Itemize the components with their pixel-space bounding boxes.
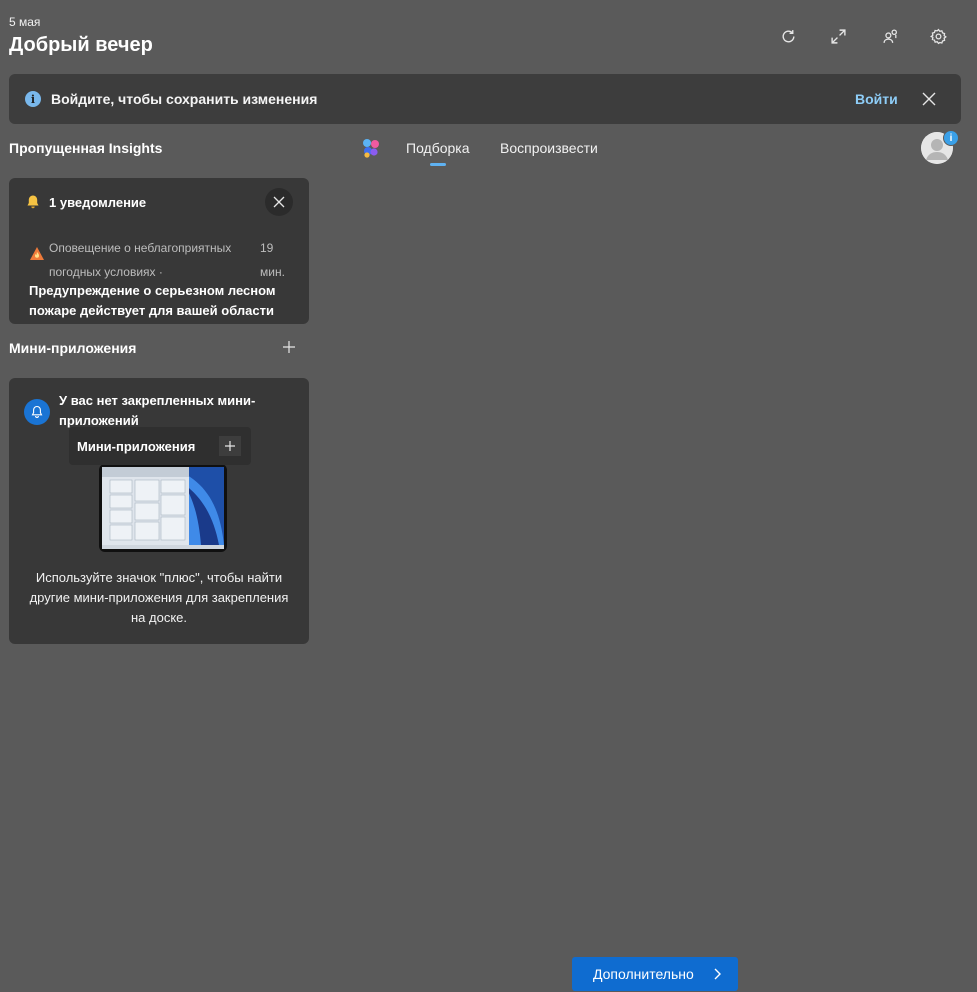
personalize-button[interactable] [876, 22, 904, 50]
refresh-icon [782, 29, 795, 42]
more-button[interactable]: Дополнительно [572, 957, 738, 991]
notification-close-button[interactable] [265, 188, 293, 216]
widgets-empty-card: У вас нет закрепленных мини-приложений М… [9, 378, 309, 644]
close-icon [273, 196, 285, 208]
tab-featured[interactable]: Подборка [406, 140, 470, 156]
widgets-section-title: Мини-приложения [9, 340, 137, 356]
notification-time: 19 мин. [260, 241, 285, 279]
refresh-button[interactable] [774, 22, 802, 50]
signin-banner: i Войдите, чтобы сохранить изменения Вой… [9, 74, 961, 124]
widgets-board-illustration [99, 464, 227, 552]
notification-headline[interactable]: Предупреждение о серьезном лесном пожаре… [29, 281, 301, 321]
active-tab-indicator [430, 163, 446, 166]
empty-widgets-description: Используйте значок "плюс", чтобы найти д… [29, 570, 289, 625]
signin-link[interactable]: Войти [855, 91, 898, 107]
more-button-label: Дополнительно [593, 966, 694, 982]
feed-logo-icon [360, 137, 382, 159]
notification-source: Оповещение о неблагоприятных погодных ус… [49, 241, 232, 279]
date-label: 5 мая [9, 15, 41, 29]
plus-icon [219, 436, 241, 456]
popup-label: Мини-приложения [77, 438, 196, 454]
empty-widgets-title: У вас нет закрепленных мини-приложений [59, 393, 256, 428]
add-widget-button[interactable] [280, 338, 298, 356]
widgets-popup-preview: Мини-приложения [69, 427, 251, 465]
info-icon: i [25, 91, 41, 107]
tab-play[interactable]: Воспроизвести [500, 140, 598, 156]
expand-button[interactable] [824, 22, 852, 50]
plus-icon [283, 341, 295, 353]
notification-card[interactable]: 1 уведомление Оповещение о неблагоприятн… [9, 178, 309, 324]
insights-section-title: Пропущенная Insights [9, 140, 163, 156]
banner-close-button[interactable] [917, 87, 941, 111]
fire-warning-icon [29, 246, 45, 267]
avatar-info-badge: i [943, 130, 959, 146]
bell-icon [24, 399, 50, 425]
banner-message: Войдите, чтобы сохранить изменения [51, 91, 318, 107]
bell-icon [25, 194, 41, 215]
chevron-right-icon [712, 967, 722, 986]
gear-icon [929, 28, 947, 44]
close-icon [922, 92, 936, 106]
greeting-title: Добрый вечер [9, 34, 153, 56]
expand-icon [830, 28, 846, 44]
personalize-icon [882, 28, 897, 43]
settings-button[interactable] [924, 22, 952, 50]
notification-count: 1 уведомление [49, 195, 147, 210]
